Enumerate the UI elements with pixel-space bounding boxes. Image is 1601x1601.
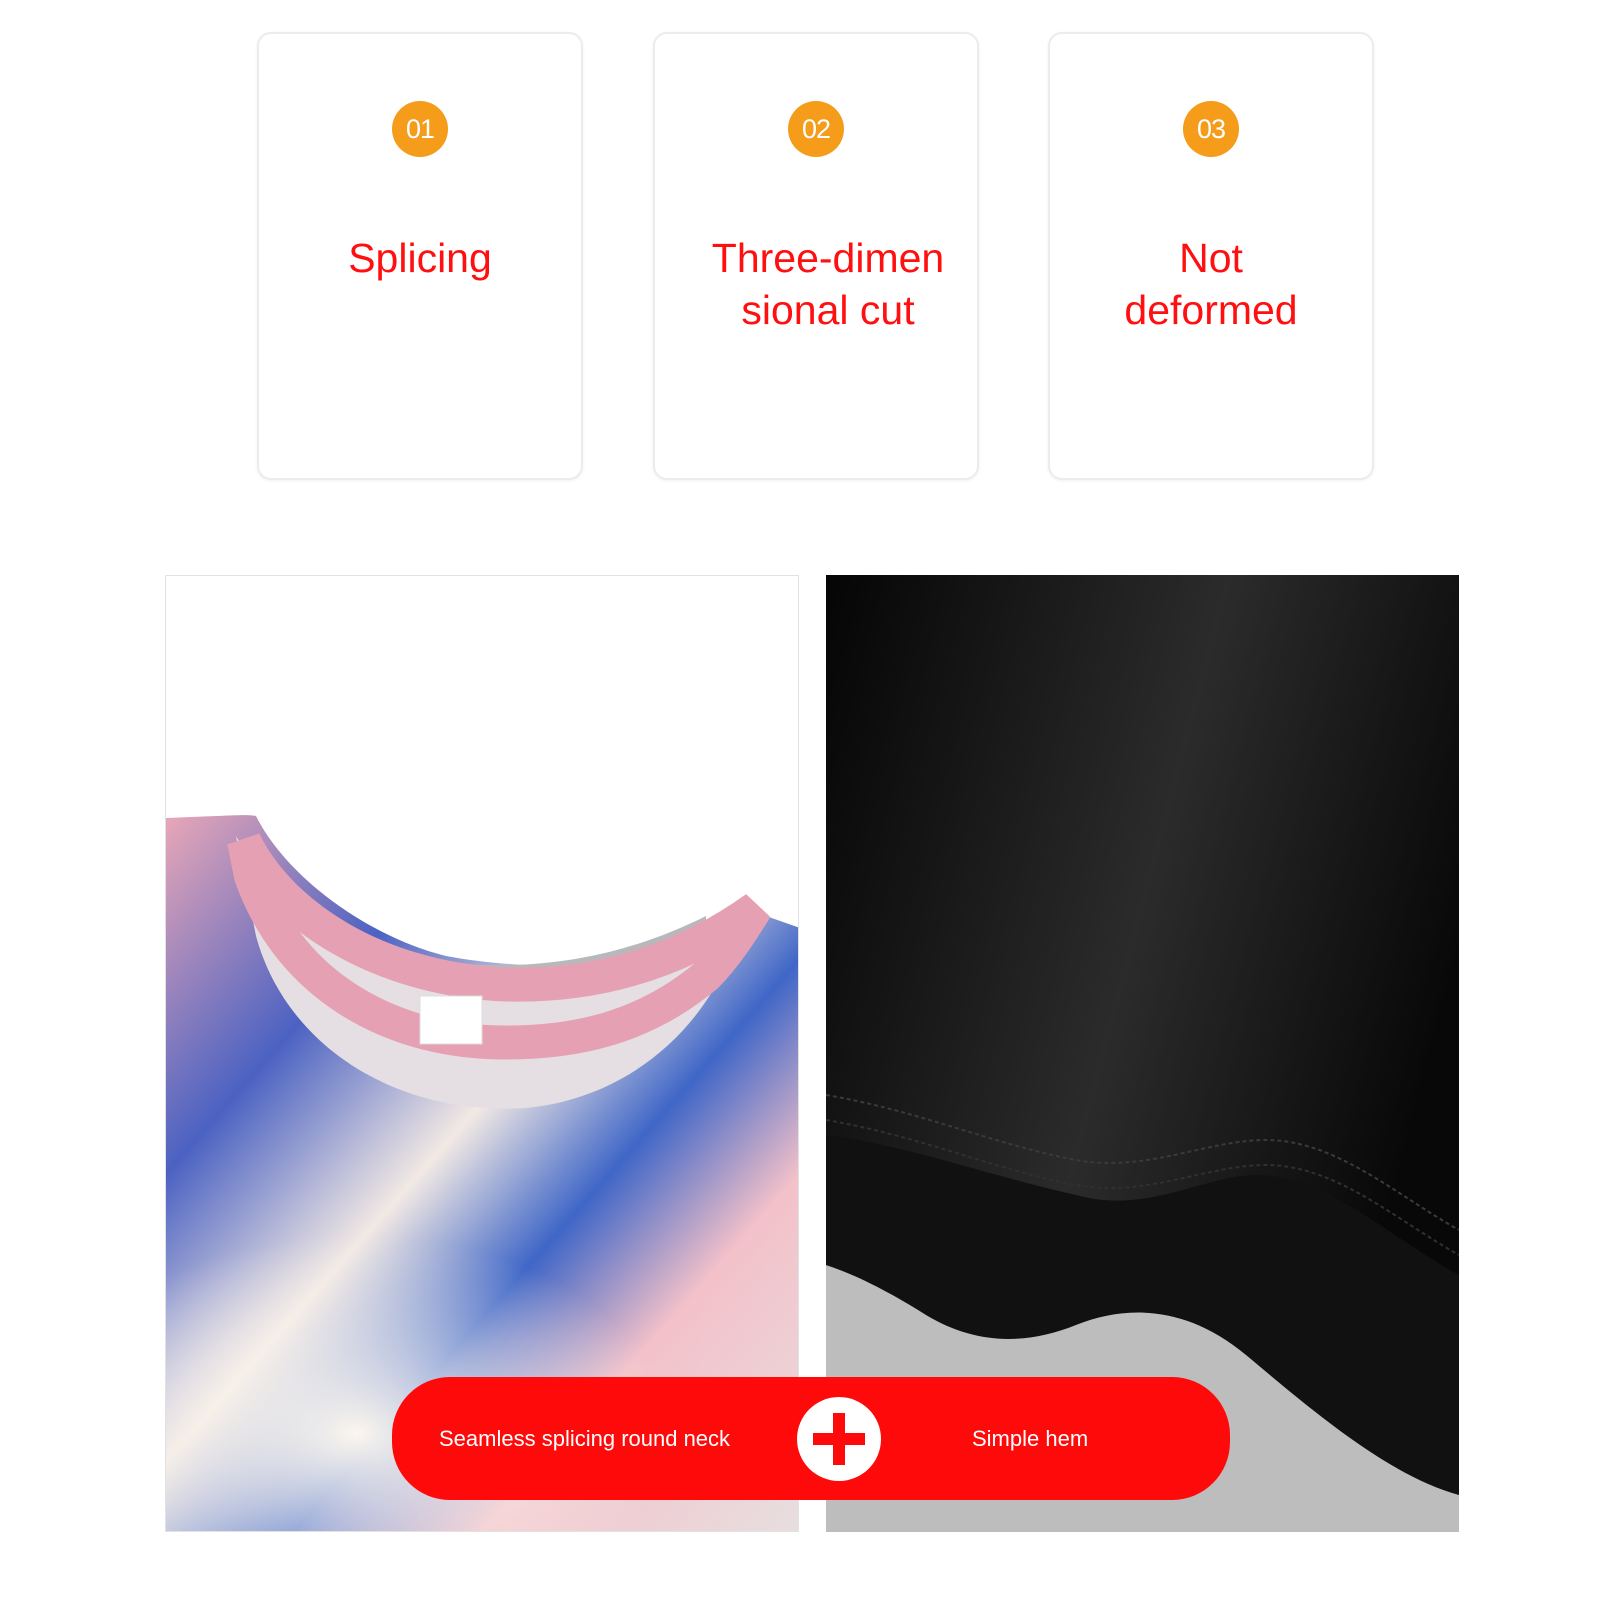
feature-card-not-deformed: 03 Not deformed [1048, 32, 1374, 480]
feature-title: Three-dimen sional cut [711, 235, 945, 333]
feature-card-splicing: 01 Splicing [257, 32, 583, 480]
banner-right-label: Simple hem [972, 1426, 1089, 1451]
feature-card-cut: 02 Three-dimen sional cut [653, 32, 979, 480]
feature-number-badge: 02 [788, 101, 844, 157]
feature-title: Not deformed [1124, 235, 1298, 333]
banner-left-label: Seamless splicing round neck [439, 1426, 731, 1451]
feature-number-badge: 01 [392, 101, 448, 157]
plus-icon [797, 1397, 881, 1481]
feature-title: Splicing [348, 235, 492, 281]
feature-number-badge: 03 [1183, 101, 1239, 157]
feature-banner: Seamless splicing round neck Simple hem [392, 1377, 1230, 1500]
